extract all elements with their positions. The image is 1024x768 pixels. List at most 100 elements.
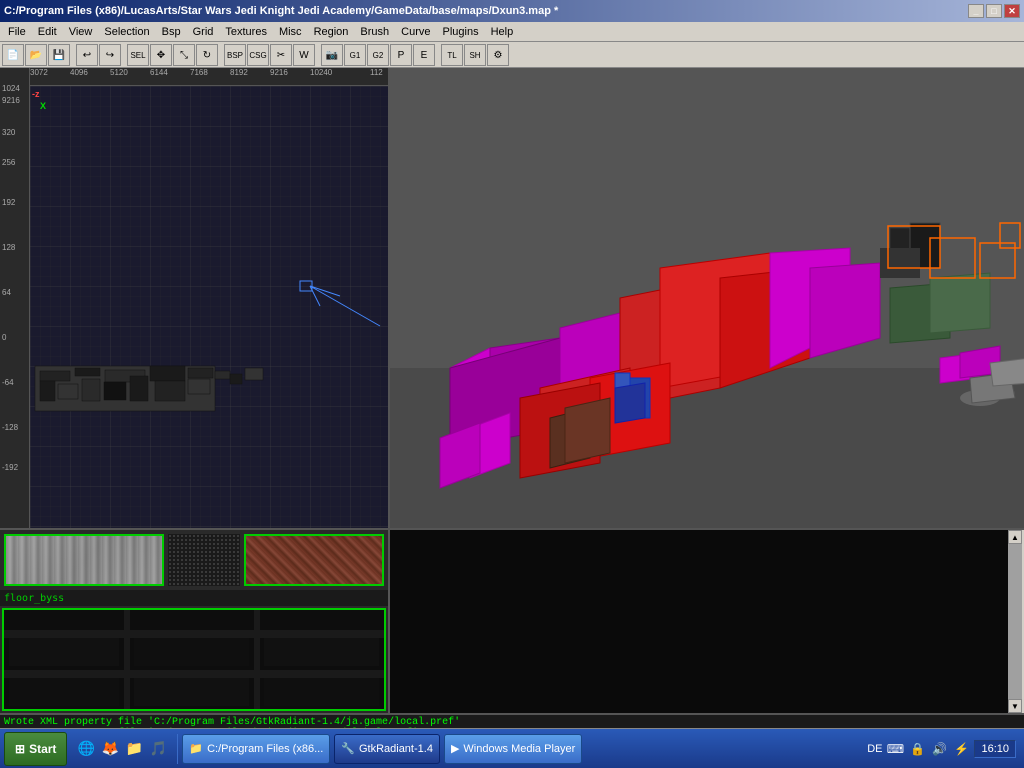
menu-bar: File Edit View Selection Bsp Grid Textur…	[0, 22, 1024, 42]
3d-viewport[interactable]	[390, 68, 1024, 528]
scroll-down-button[interactable]: ▼	[1008, 699, 1022, 713]
tb-scale[interactable]: ⤡	[173, 44, 195, 66]
clock[interactable]: 16:10	[974, 740, 1016, 758]
tb-clip[interactable]: ✂	[270, 44, 292, 66]
start-button[interactable]: ⊞ Start	[4, 732, 67, 766]
lang-indicator: DE	[867, 743, 882, 755]
menu-grid[interactable]: Grid	[187, 24, 220, 40]
grid-num-9216: 9216	[2, 96, 20, 105]
ruler-val: 7168	[190, 68, 208, 77]
texture-preview-svg	[4, 610, 384, 709]
quicklaunch-ie[interactable]: 🌐	[75, 738, 97, 760]
menu-curve[interactable]: Curve	[395, 24, 436, 40]
ruler-val: 112	[370, 68, 383, 77]
menu-brush[interactable]: Brush	[354, 24, 395, 40]
title-bar-buttons: _ □ ✕	[968, 4, 1020, 18]
menu-bsp[interactable]: Bsp	[156, 24, 187, 40]
ruler-left-val: 320	[2, 128, 15, 137]
taskbar: ⊞ Start 🌐 🦊 📁 🎵 📁 C:/Program Files (x86.…	[0, 728, 1024, 768]
main-editing-area: 3072 4096 5120 6144 7168 8192 9216 10240…	[0, 68, 1024, 528]
ruler-left-val: 1024	[2, 84, 20, 93]
tray-volume[interactable]: 🔊	[930, 740, 948, 758]
taskbar-item-mediaplayer[interactable]: ▶ Windows Media Player	[444, 734, 582, 764]
tb-save[interactable]: 💾	[48, 44, 70, 66]
menu-file[interactable]: File	[2, 24, 32, 40]
ruler-val: 4096	[70, 68, 88, 77]
menu-view[interactable]: View	[63, 24, 99, 40]
tb-shaders[interactable]: SH	[464, 44, 486, 66]
tb-new[interactable]: 📄	[2, 44, 24, 66]
bottom-panels: floor_byss	[0, 528, 1024, 713]
texture-name-label: floor_byss	[0, 590, 388, 606]
ruler-val: 10240	[310, 68, 332, 77]
tb-rotate[interactable]: ↻	[196, 44, 218, 66]
tb-grid1[interactable]: G1	[344, 44, 366, 66]
taskbar-item-media-label: Windows Media Player	[463, 743, 575, 755]
minimize-button[interactable]: _	[968, 4, 984, 18]
menu-misc[interactable]: Misc	[273, 24, 308, 40]
tb-move[interactable]: ✥	[150, 44, 172, 66]
close-button[interactable]: ✕	[1004, 4, 1020, 18]
tb-texlock[interactable]: TL	[441, 44, 463, 66]
tray-input[interactable]: ⌨	[886, 740, 904, 758]
tb-cam[interactable]: 📷	[321, 44, 343, 66]
tb-weld[interactable]: W	[293, 44, 315, 66]
ruler-val: 9216	[270, 68, 288, 77]
tb-sel[interactable]: SEL	[127, 44, 149, 66]
texture-preview-left: floor_byss	[0, 530, 390, 713]
menu-textures[interactable]: Textures	[219, 24, 273, 40]
tb-grid2[interactable]: G2	[367, 44, 389, 66]
3d-scene-svg	[390, 68, 1024, 528]
tb-compile[interactable]: ⚙	[487, 44, 509, 66]
texture-swatch-2[interactable]	[244, 534, 384, 586]
clock-time: 16:10	[981, 743, 1009, 755]
taskbar-separator	[177, 734, 178, 764]
toolbar: 📄 📂 💾 ↩ ↪ SEL ✥ ⤡ ↻ BSP CSG ✂ W 📷 G1 G2 …	[0, 42, 1024, 68]
texture-row-top	[0, 530, 388, 590]
tb-brush[interactable]: BSP	[224, 44, 246, 66]
log-line-1: Wrote XML property file 'C:/Program File…	[4, 717, 1020, 728]
maximize-button[interactable]: □	[986, 4, 1002, 18]
menu-selection[interactable]: Selection	[98, 24, 155, 40]
tray-power[interactable]: ⚡	[952, 740, 970, 758]
2d-viewport[interactable]: 3072 4096 5120 6144 7168 8192 9216 10240…	[0, 68, 390, 528]
tb-redo[interactable]: ↪	[99, 44, 121, 66]
ruler-val: 6144	[150, 68, 168, 77]
start-label: Start	[29, 742, 56, 756]
tb-patch[interactable]: P	[390, 44, 412, 66]
texture-browser	[390, 530, 1008, 713]
ruler-left-val: 192	[2, 198, 15, 207]
ruler-val: 3072	[30, 68, 48, 77]
tb-entity[interactable]: E	[413, 44, 435, 66]
tb-open[interactable]: 📂	[25, 44, 47, 66]
tb-csg[interactable]: CSG	[247, 44, 269, 66]
ruler-left-val: 64	[2, 288, 11, 297]
ruler-left-val: 0	[2, 333, 6, 342]
ruler-val: 8192	[230, 68, 248, 77]
taskbar-item-explorer[interactable]: 📁 C:/Program Files (x86...	[182, 734, 330, 764]
texture-preview-large[interactable]	[2, 608, 386, 711]
taskbar-item-radiant-label: GtkRadiant-1.4	[359, 743, 433, 755]
quicklaunch-firefox[interactable]: 🦊	[99, 738, 121, 760]
texture-swatch-1[interactable]	[4, 534, 164, 586]
quicklaunch-media[interactable]: 🎵	[147, 738, 169, 760]
menu-region[interactable]: Region	[308, 24, 355, 40]
quicklaunch-app[interactable]: 📁	[123, 738, 145, 760]
taskbar-item-radiant-icon: 🔧	[341, 742, 355, 755]
menu-help[interactable]: Help	[485, 24, 520, 40]
system-tray: DE ⌨ 🔒 🔊 ⚡ 16:10	[867, 740, 1020, 758]
tb-undo[interactable]: ↩	[76, 44, 98, 66]
tray-network[interactable]: 🔒	[908, 740, 926, 758]
taskbar-item-gtkradiant[interactable]: 🔧 GtkRadiant-1.4	[334, 734, 440, 764]
ruler-left-val: 128	[2, 243, 15, 252]
menu-plugins[interactable]: Plugins	[437, 24, 485, 40]
vertical-scrollbar[interactable]: ▲ ▼	[1008, 530, 1024, 713]
start-icon: ⊞	[15, 742, 25, 756]
ruler-left-val: -192	[2, 463, 18, 472]
ruler-val: 5120	[110, 68, 128, 77]
scroll-up-button[interactable]: ▲	[1008, 530, 1022, 544]
texture-browser-area[interactable]	[390, 530, 1008, 713]
menu-edit[interactable]: Edit	[32, 24, 63, 40]
axis-indicator: -z X	[32, 88, 46, 112]
scroll-track[interactable]	[1008, 544, 1022, 699]
